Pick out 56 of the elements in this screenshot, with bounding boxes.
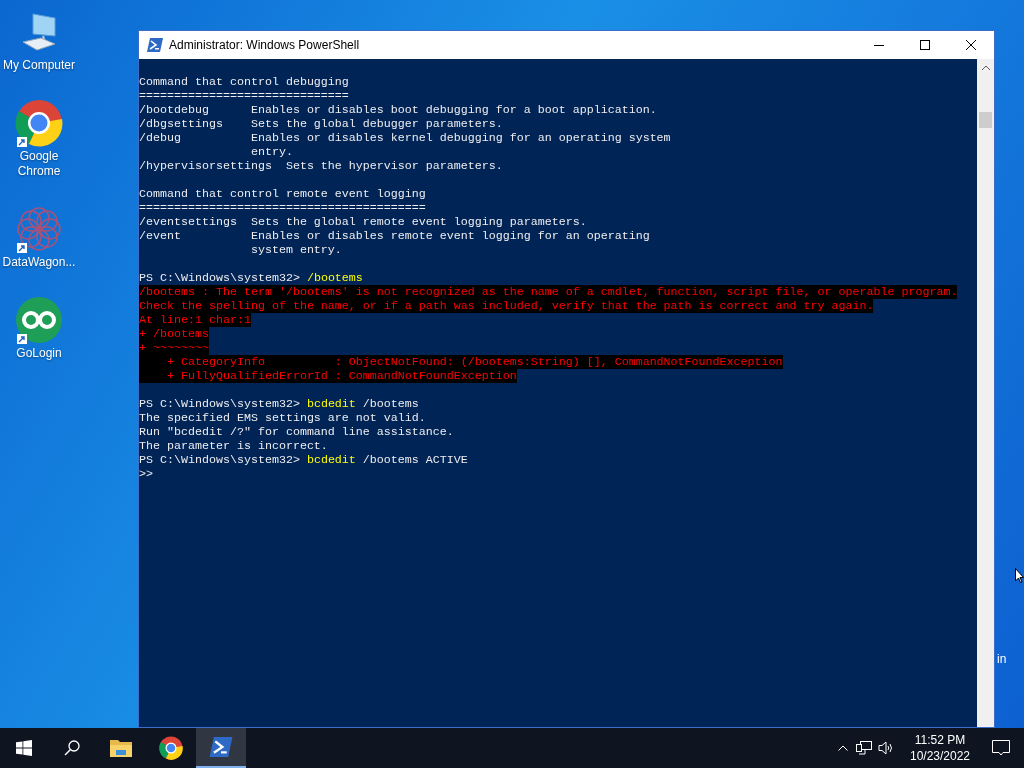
taskbar-app-button[interactable] <box>196 728 246 768</box>
notification-icon <box>992 740 1010 756</box>
command-args: /bootems <box>361 397 419 411</box>
mouse-pointer-icon <box>1015 568 1024 583</box>
command-text: /bootems <box>306 271 363 285</box>
folder-icon <box>110 739 132 757</box>
powershell-icon <box>147 38 163 52</box>
scroll-thumb[interactable] <box>979 112 992 128</box>
console-line: Command that control remote event logging <box>139 187 426 201</box>
desktop-icon-label[interactable]: GoLogin <box>1 346 77 361</box>
console-line: Run "bcdedit /?" for command line assistance. <box>139 425 454 439</box>
clock-time[interactable]: 11:52 PM <box>914 732 966 748</box>
flower-pattern-icon <box>16 206 62 252</box>
prompt-text: PS C:\Windows\system32> <box>139 453 301 467</box>
desktop-icon-label[interactable]: DataWagon... <box>1 255 77 270</box>
network-icon[interactable] <box>856 740 872 756</box>
command-text: bcdedit <box>306 453 356 467</box>
console-line: ========================================= <box>139 201 426 215</box>
prompt-text: PS C:\Windows\system32> <box>139 271 301 285</box>
maximize-icon <box>920 40 930 50</box>
console-line: >> <box>139 467 153 481</box>
chevron-up-icon[interactable] <box>838 745 848 751</box>
console-line: /event Enables or disables remote event logging for an operating <box>139 229 650 243</box>
volume-icon[interactable] <box>878 741 894 755</box>
shortcut-arrow-icon <box>17 243 27 253</box>
command-args: /bootems ACTIVE <box>361 453 468 467</box>
search-icon <box>64 740 80 756</box>
close-icon <box>966 40 976 50</box>
console-line: /hypervisorsettings Sets the hypervisor parameters. <box>139 159 503 173</box>
desktop-text: in <box>997 652 1007 666</box>
console-line: The specified EMS settings are not valid. <box>139 411 426 425</box>
window-title: Administrator: Windows PowerShell <box>169 37 361 54</box>
console-line: /dbgsettings Sets the global debugger parameters. <box>139 117 503 131</box>
scrollbar[interactable] <box>977 59 994 727</box>
desktop-icon-label[interactable]: Google Chrome <box>1 149 77 179</box>
minimize-icon <box>874 44 884 46</box>
console-line: system entry. <box>249 243 342 257</box>
prompt-text: PS C:\Windows\system32> <box>139 397 301 411</box>
console-line: ============================== <box>139 89 349 103</box>
shortcut-arrow-icon <box>17 334 27 344</box>
shortcut-arrow-icon <box>17 137 27 147</box>
console-line: The parameter is incorrect. <box>139 439 328 453</box>
clock-date[interactable]: 10/23/2022 <box>909 748 971 764</box>
console-line: entry. <box>249 145 293 159</box>
chrome-icon <box>159 736 183 760</box>
windows-logo-icon <box>16 740 32 756</box>
console-line: /debug Enables or disables kernel debugging for an operating system <box>139 131 671 145</box>
scroll-up-icon <box>981 65 990 70</box>
console-line: Command that control debugging <box>139 75 349 89</box>
chrome-icon <box>15 99 63 147</box>
desktop-icon-label[interactable]: My Computer <box>1 58 77 73</box>
gologin-icon <box>15 296 63 344</box>
console-line: /eventsettings Sets the global remote event logging parameters. <box>139 215 587 229</box>
powershell-icon <box>209 737 233 757</box>
command-text: bcdedit <box>306 397 356 411</box>
console-line: /bootdebug Enables or disables boot debugging for a boot application. <box>139 103 657 117</box>
